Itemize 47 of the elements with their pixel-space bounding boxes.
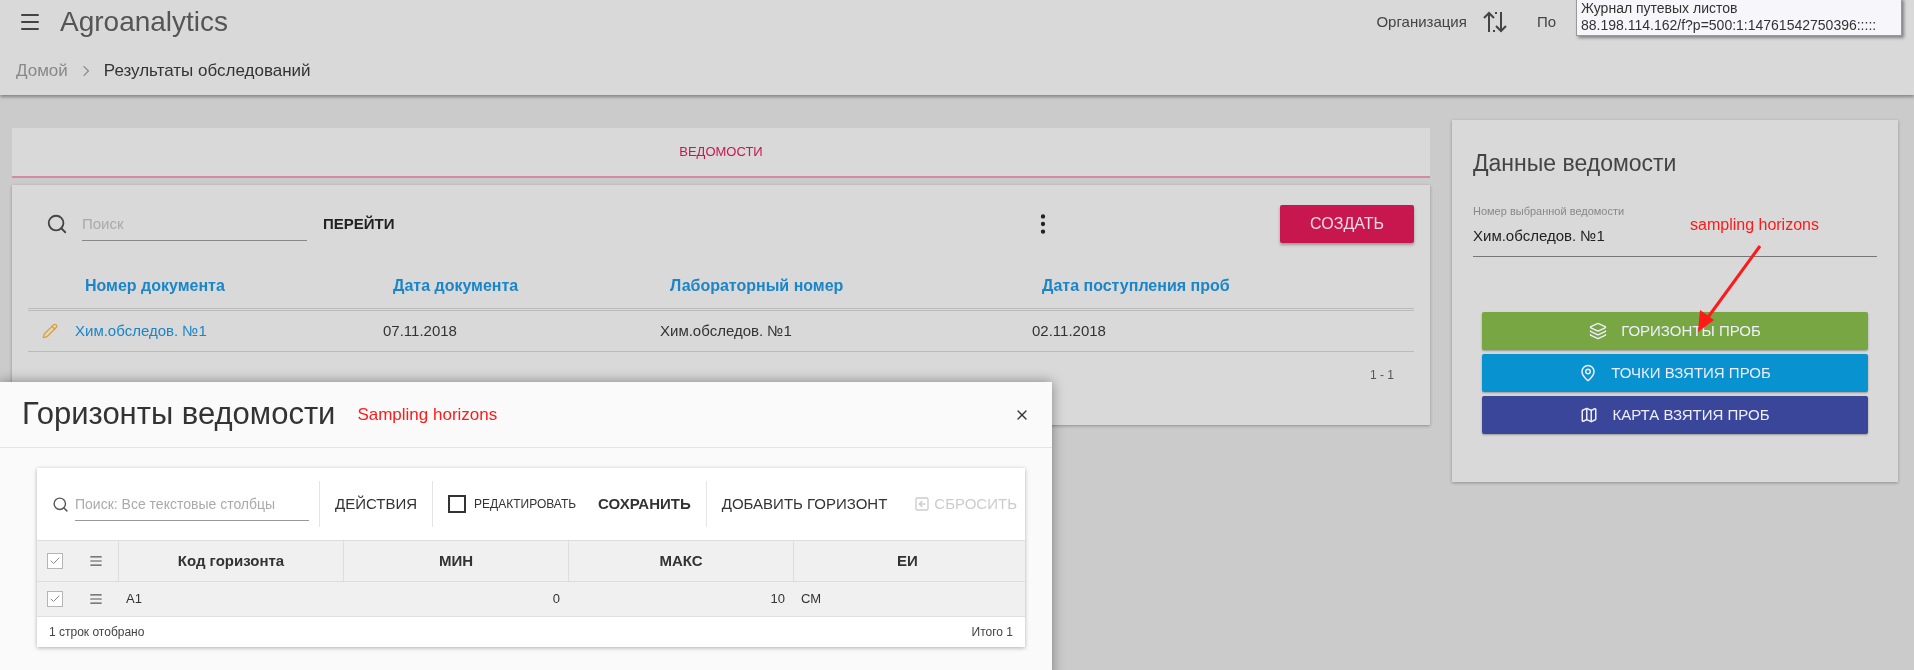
- breadcrumb-current: Результаты обследований: [103, 60, 311, 82]
- save-button[interactable]: СОХРАНИТЬ: [598, 492, 706, 516]
- grid-cell-text: 0: [551, 590, 561, 609]
- total-count: Итого 1: [971, 624, 1013, 641]
- table-cell-text: 02.11.2018: [1032, 320, 1107, 341]
- annotation-text: Sampling horizons: [357, 403, 498, 426]
- column-header[interactable]: Код горизонта: [118, 541, 343, 581]
- map-icon: [1580, 406, 1599, 424]
- action-button[interactable]: КАРТА ВЗЯТИЯ ПРОБ: [1482, 396, 1868, 434]
- tab[interactable]: ВЕДОМОСТИ: [12, 128, 1430, 176]
- modal-title: Горизонты ведомости: [22, 395, 336, 434]
- app-title: Agroanalytics: [60, 5, 229, 39]
- nav-link[interactable]: Организация: [1376, 10, 1467, 34]
- table-cell-text: Хим.обследов. №1: [660, 320, 793, 341]
- go-button[interactable]: ПЕРЕЙТИ: [323, 212, 395, 236]
- nav-link[interactable]: По: [1536, 10, 1556, 34]
- tooltip-title: Журнал путевых листов: [1581, 0, 1739, 17]
- tooltip-url: 88.198.114.162/f?p=500:1:14761542750396:::::: [1581, 17, 1878, 34]
- create-button[interactable]: СОЗДАТЬ: [1280, 205, 1414, 243]
- grid-cell-text: A1: [125, 590, 143, 609]
- actions-button[interactable]: ДЕЙСТВИЯ: [320, 492, 433, 516]
- row-menu-icon[interactable]: [88, 592, 103, 606]
- search-icon: [46, 213, 68, 235]
- column-header[interactable]: МАКС: [568, 541, 793, 581]
- map-pin-icon: [1579, 364, 1598, 382]
- check-icon: [49, 593, 61, 605]
- search-icon: [52, 495, 69, 513]
- field-label: Номер выбранной ведомости: [1473, 203, 1626, 219]
- row-menu-icon[interactable]: [88, 554, 103, 568]
- add-horizon-button[interactable]: ДОБАВИТЬ ГОРИЗОНТ: [706, 492, 903, 516]
- column-header[interactable]: ЕИ: [793, 541, 1021, 581]
- edit-label[interactable]: РЕДАКТИРОВАТЬ: [474, 495, 577, 513]
- column-header[interactable]: МИН: [343, 541, 568, 581]
- grid-cell-text: СМ: [800, 590, 823, 609]
- selection-summary: 1 строк отобрано: [49, 624, 145, 641]
- search-field[interactable]: Поиск: Все текстовые столбцы: [75, 487, 309, 521]
- panel-title: Данные ведомости: [1473, 149, 1677, 178]
- layers-icon: [1589, 322, 1608, 340]
- edit-checkbox[interactable]: [448, 495, 467, 513]
- pagination-range: 1 - 1: [1370, 367, 1394, 384]
- reset-icon: [914, 496, 931, 512]
- select-all-checkbox[interactable]: [47, 553, 63, 569]
- table-cell-text: 07.11.2018: [383, 320, 458, 341]
- row-checkbox[interactable]: [47, 591, 63, 607]
- grid-cell-text: 10: [769, 590, 786, 609]
- chevron-right-icon: [81, 64, 90, 77]
- check-icon: [49, 555, 61, 567]
